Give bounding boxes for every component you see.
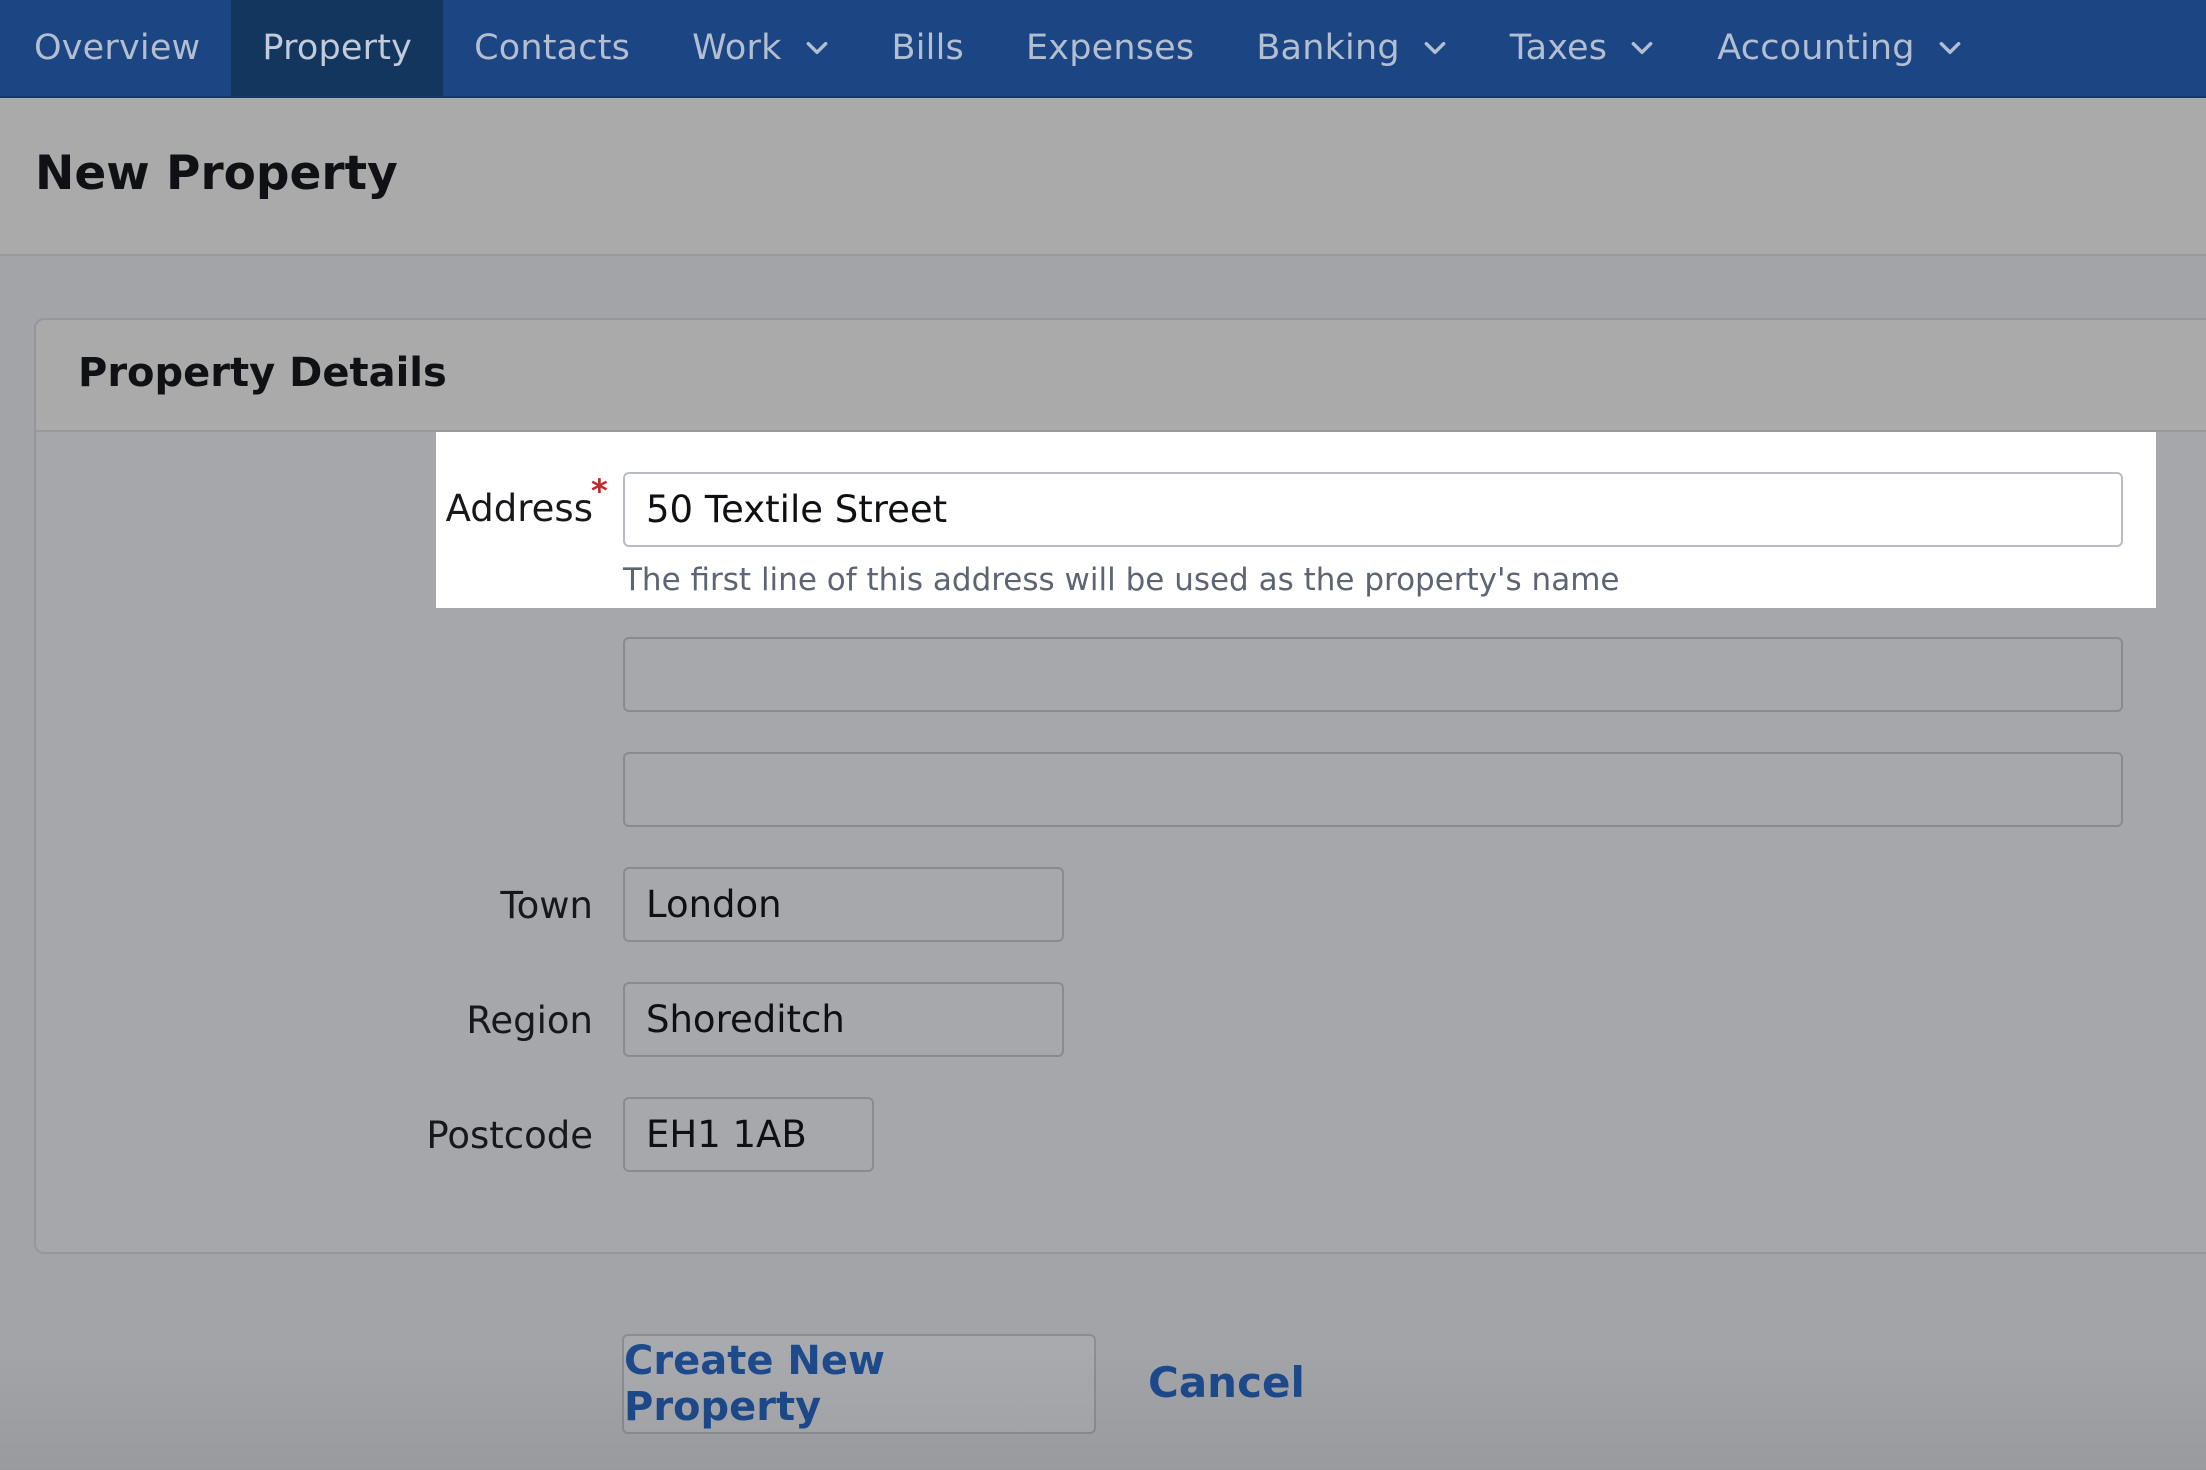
- nav-item-bills[interactable]: Bills: [861, 0, 995, 96]
- nav-item-label: Work: [692, 28, 782, 68]
- nav-item-expenses[interactable]: Expenses: [995, 0, 1225, 96]
- nav-item-contacts[interactable]: Contacts: [443, 0, 661, 96]
- address-label: Address: [445, 487, 593, 530]
- postcode-label: Postcode: [426, 1114, 593, 1157]
- nav-item-label: Taxes: [1509, 28, 1608, 68]
- town-label: Town: [500, 884, 593, 927]
- nav-item-label: Expenses: [1025, 28, 1195, 68]
- nav-item-label: Contacts: [474, 28, 631, 68]
- address-line3-input[interactable]: [623, 752, 2123, 827]
- chevron-down-icon: [1937, 35, 1963, 61]
- bottom-shade: [0, 1350, 2206, 1470]
- region-label: Region: [466, 999, 593, 1042]
- create-property-button[interactable]: Create New Property: [622, 1334, 1096, 1434]
- page-title: New Property: [35, 146, 398, 201]
- town-input[interactable]: London: [623, 867, 1064, 942]
- nav-item-overview[interactable]: Overview: [0, 0, 231, 96]
- nav-item-label: Banking: [1256, 28, 1400, 68]
- panel-header: Property Details: [36, 320, 2206, 432]
- address-help-text: The first line of this address will be u…: [623, 562, 1620, 598]
- nav-item-label: Bills: [891, 28, 964, 68]
- address-line2-input[interactable]: [623, 637, 2123, 712]
- nav-item-label: Accounting: [1717, 28, 1915, 68]
- cancel-link[interactable]: Cancel: [1148, 1358, 1305, 1407]
- chevron-down-icon: [1422, 35, 1448, 61]
- nav-item-taxes[interactable]: Taxes: [1479, 0, 1686, 96]
- chevron-down-icon: [1629, 35, 1655, 61]
- nav-item-work[interactable]: Work: [661, 0, 860, 96]
- required-asterisk: *: [591, 472, 608, 510]
- nav-item-accounting[interactable]: Accounting: [1686, 0, 1993, 96]
- nav-item-label: Property: [262, 28, 413, 68]
- postcode-input[interactable]: EH1 1AB: [623, 1097, 874, 1172]
- nav-item-label: Overview: [34, 28, 201, 68]
- address-line1-input[interactable]: 50 Textile Street: [623, 472, 2123, 547]
- page-header: New Property: [0, 98, 2206, 256]
- region-input[interactable]: Shoreditch: [623, 982, 1064, 1057]
- nav-item-banking[interactable]: Banking: [1225, 0, 1478, 96]
- panel-title: Property Details: [78, 350, 447, 396]
- top-navigation: Overview Property Contacts Work Bills Ex…: [0, 0, 2206, 98]
- chevron-down-icon: [804, 35, 830, 61]
- nav-item-property[interactable]: Property: [231, 0, 444, 96]
